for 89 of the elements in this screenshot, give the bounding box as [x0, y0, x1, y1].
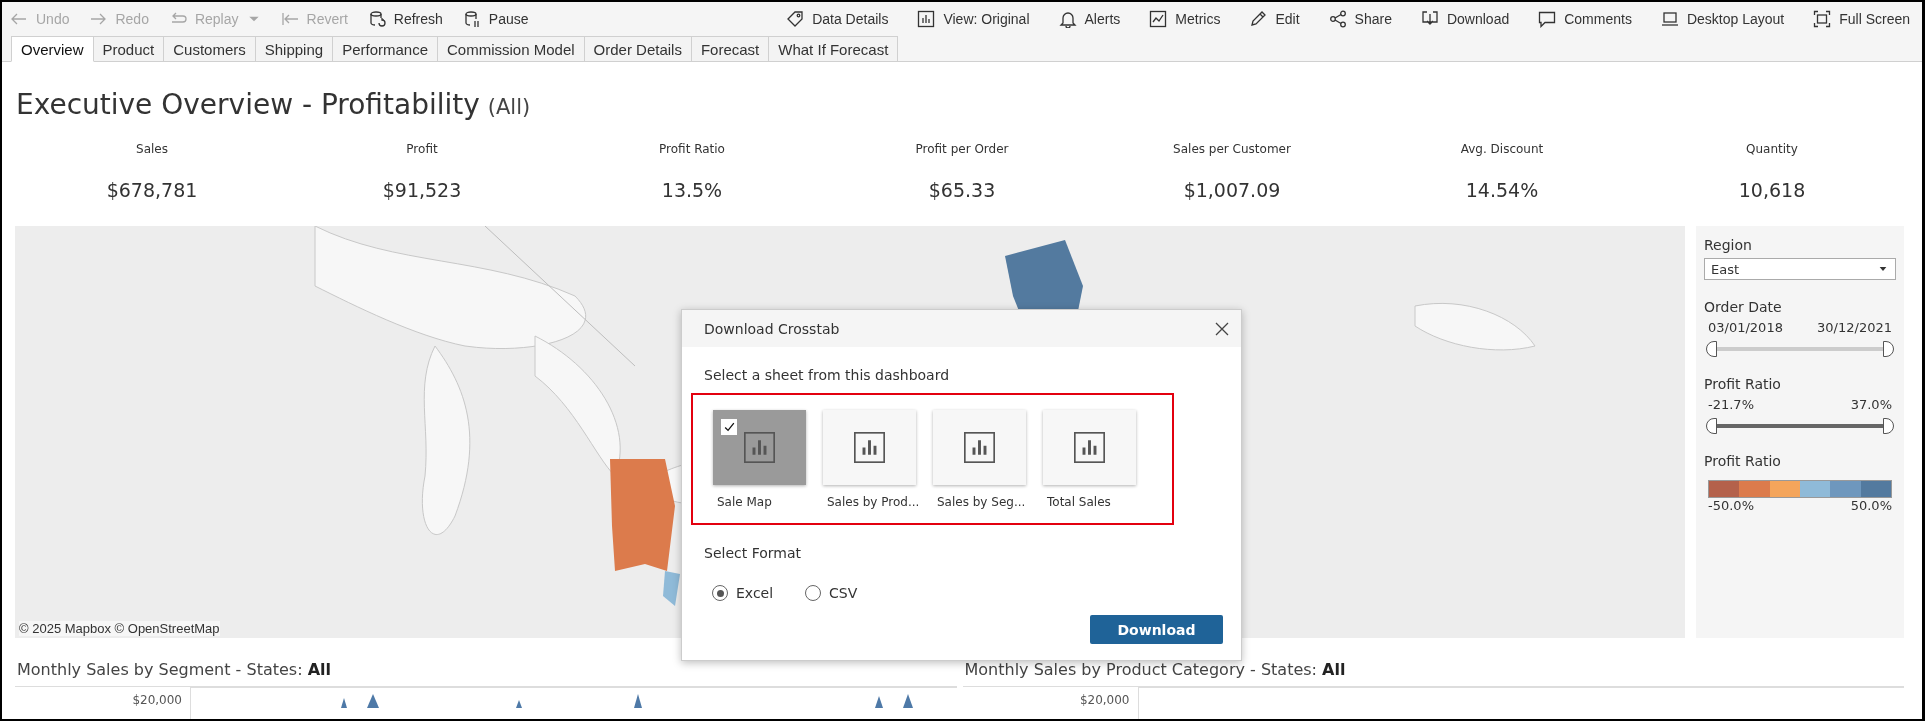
- filter-label: Order Date: [1704, 298, 1783, 316]
- kpi-value: $678,781: [106, 178, 198, 203]
- kpi-value: $91,523: [382, 178, 462, 203]
- kpi-value: $1,007.09: [1183, 178, 1281, 203]
- sheet-label: Sales by Seg...: [936, 495, 1027, 509]
- toolbar-button[interactable]: Refresh: [367, 10, 443, 28]
- kpi-value: 10,618: [1738, 178, 1806, 203]
- speech-bubble-icon: [1538, 10, 1557, 28]
- tab[interactable]: Performance: [333, 36, 438, 62]
- sheet-thumbnail[interactable]: [1043, 410, 1136, 485]
- tab[interactable]: Commission Model: [438, 36, 585, 62]
- kpi-label: Profit: [406, 141, 438, 157]
- bar-arrow-icon: [280, 10, 299, 28]
- range-max: 30/12/2021: [1817, 320, 1892, 335]
- bar-chart-icon: [1073, 431, 1106, 464]
- legend-min: -50.0%: [1708, 498, 1754, 513]
- kpi-label: Profit Ratio: [659, 141, 725, 157]
- checkmark-icon: [722, 420, 736, 434]
- toolbar-button[interactable]: Data Details: [786, 10, 889, 28]
- pencil-icon: [1249, 10, 1268, 28]
- dialog-title: Download Crosstab: [704, 320, 840, 337]
- dropdown-field[interactable]: East: [1704, 258, 1896, 280]
- axis-label: $20,000: [132, 693, 182, 707]
- tab[interactable]: What If Forecast: [769, 36, 899, 62]
- toolbar-button[interactable]: Pause: [462, 10, 529, 28]
- sheet-label: Total Sales: [1046, 495, 1112, 509]
- kpi-value: 13.5%: [661, 178, 723, 203]
- sheet-thumbnail[interactable]: [933, 410, 1026, 485]
- toolbar-button[interactable]: Desktop Layout: [1660, 10, 1785, 28]
- line-chart-icon: [1149, 10, 1168, 28]
- map-attribution: © 2025 Mapbox © OpenStreetMap: [19, 621, 220, 636]
- radio-label[interactable]: Excel: [736, 585, 774, 601]
- tag-icon: [786, 10, 805, 28]
- toolbar-button[interactable]: Download: [1420, 10, 1510, 28]
- axis-label: $20,000: [1079, 693, 1130, 707]
- download-button[interactable]: Download: [1090, 615, 1223, 644]
- dashboard-title: Executive Overview - Profitability: [16, 88, 480, 122]
- range-min: 03/01/2018: [1708, 320, 1783, 335]
- laptop-icon: [1660, 10, 1679, 28]
- chart-title: Monthly Sales by Product Category - States: All: [963, 659, 1347, 681]
- tab[interactable]: Overview: [11, 36, 94, 62]
- kpi-label: Avg. Discount: [1460, 141, 1544, 157]
- radio-button[interactable]: [805, 585, 822, 601]
- cylinder-pause-icon: [462, 10, 481, 28]
- toolbar-button[interactable]: Comments: [1538, 10, 1632, 28]
- filter-label: Region: [1704, 236, 1753, 254]
- chart-title: Monthly Sales by Segment - States: All: [16, 659, 332, 681]
- title-filter: (All): [487, 94, 531, 121]
- radio-label[interactable]: CSV: [829, 585, 858, 601]
- bar-chart-icon: [917, 10, 936, 28]
- range-slider[interactable]: [1706, 418, 1894, 434]
- radio-button[interactable]: [712, 585, 728, 601]
- sheet-label: Sales by Prod...: [826, 495, 920, 509]
- sheet-thumbnail[interactable]: [823, 410, 916, 485]
- tab[interactable]: Order Details: [584, 36, 692, 62]
- tab[interactable]: Customers: [164, 36, 256, 62]
- sheet-thumbnail[interactable]: [713, 410, 806, 485]
- sheet-label: Sale Map: [716, 495, 773, 509]
- range-slider[interactable]: [1706, 341, 1894, 357]
- cylinder-refresh-icon: [367, 10, 386, 28]
- tab[interactable]: Shipping: [255, 36, 334, 62]
- section-label: Select a sheet from this dashboard: [704, 367, 951, 383]
- kpi-label: Sales per Customer: [1173, 141, 1291, 157]
- kpi-label: Profit per Order: [915, 141, 1009, 157]
- legend-title: Profit Ratio: [1704, 452, 1782, 470]
- toolbar-button[interactable]: Metrics: [1149, 10, 1221, 28]
- filter-label: Profit Ratio: [1704, 375, 1782, 393]
- section-label: Select Format: [704, 545, 802, 561]
- bar-chart-icon: [853, 431, 886, 464]
- range-max: 37.0%: [1850, 397, 1892, 412]
- kpi-label: Quantity: [1746, 141, 1798, 157]
- legend-max: 50.0%: [1850, 498, 1892, 513]
- range-min: -21.7%: [1708, 397, 1754, 412]
- kpi-value: $65.33: [928, 178, 996, 203]
- toolbar-button[interactable]: Edit: [1249, 10, 1300, 28]
- toolbar-button[interactable]: Share: [1328, 10, 1392, 28]
- tab[interactable]: Product: [93, 36, 165, 62]
- share-icon: [1328, 10, 1347, 28]
- toolbar-button[interactable]: Full Screen: [1813, 10, 1910, 28]
- fullscreen-icon: [1813, 10, 1832, 28]
- kpi-value: 14.54%: [1465, 178, 1539, 203]
- toolbar-button[interactable]: Alerts: [1058, 10, 1121, 28]
- tab[interactable]: Forecast: [691, 36, 770, 62]
- bar-chart-icon: [743, 431, 776, 464]
- bell-icon: [1058, 10, 1077, 28]
- checkbox[interactable]: [721, 419, 737, 435]
- bar-chart-icon: [963, 431, 996, 464]
- toolbar-button[interactable]: View: Original: [917, 10, 1030, 28]
- kpi-label: Sales: [136, 141, 168, 157]
